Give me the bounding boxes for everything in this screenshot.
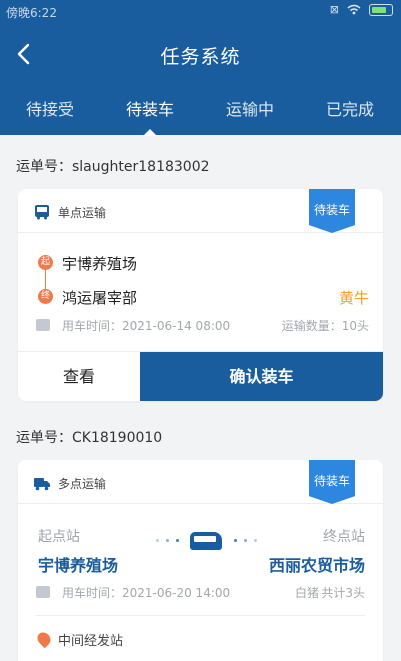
end-station-label: 终点站 [323, 529, 365, 545]
status-badge: 待装车 [309, 460, 355, 504]
status-bar: 傍晚6:22 ⊠ [0, 0, 401, 24]
bus-icon [35, 205, 49, 220]
vehicle-time: 用车时间：2021-06-20 14:00 [62, 586, 231, 600]
track-dot [176, 539, 179, 542]
box-icon [36, 586, 50, 598]
origin-name: 宇博养殖场 [62, 255, 138, 273]
truck-icon [34, 478, 50, 491]
track-dot [166, 539, 169, 542]
app-header: 傍晚6:22 ⊠ 任务系统 待接受 待装车 运输中 已完成 [0, 0, 401, 136]
track-dot [156, 539, 159, 542]
tab-completed[interactable]: 已完成 [300, 96, 400, 120]
status-badge: 待装车 [309, 189, 355, 233]
tab-pending-load[interactable]: 待装车 [100, 96, 200, 136]
waybill-number: 运单号：slaughter18183002 [16, 159, 210, 175]
transport-type: 多点运输 [58, 477, 107, 491]
close-box-icon: ⊠ [329, 3, 339, 16]
status-badge-label: 待装车 [313, 474, 350, 488]
destination-name: 鸿运屠宰部 [62, 289, 138, 307]
order-card[interactable]: 多点运输 待装车 起点站 终点站 宇博养殖场 西丽农贸市场 用车时间：2021-… [18, 460, 383, 661]
transport-count: 共计3头 [321, 586, 365, 600]
track-dot [234, 539, 237, 542]
wifi-icon [347, 4, 361, 15]
track-dot [244, 539, 247, 542]
origin-name: 宇博养殖场 [38, 556, 119, 575]
route-line [45, 267, 46, 289]
tab-label: 待装车 [125, 100, 174, 119]
battery-icon [369, 3, 393, 16]
livestock-type: 白猪 [294, 586, 319, 600]
status-icons: ⊠ [330, 3, 393, 16]
tab-in-transit[interactable]: 运输中 [200, 96, 300, 120]
start-station-label: 起点站 [38, 529, 80, 545]
view-button[interactable]: 查看 [18, 352, 140, 401]
page-title: 任务系统 [160, 46, 241, 68]
card-header: 多点运输 待装车 [18, 460, 383, 504]
transport-type: 单点运输 [58, 206, 107, 220]
divider [36, 615, 365, 616]
status-time: 傍晚6:22 [6, 6, 57, 20]
status-badge-label: 待装车 [313, 203, 350, 217]
location-pin-icon [34, 629, 54, 649]
track-dot [254, 539, 257, 542]
transport-count: 运输数量：10头 [281, 319, 369, 333]
end-marker-icon: 终 [38, 289, 53, 304]
route-progress [154, 532, 258, 550]
order-card[interactable]: 单点运输 待装车 起 终 宇博养殖场 鸿运屠宰部 黄牛 用车时间：2021-06… [18, 189, 383, 401]
active-tab-indicator [143, 129, 157, 136]
confirm-loading-button[interactable]: 确认装车 [140, 352, 383, 401]
status-tabs: 待接受 待装车 运输中 已完成 [0, 96, 401, 136]
vehicle-time: 用车时间：2021-06-14 08:00 [62, 319, 231, 333]
box-icon [36, 319, 50, 331]
route-info: 起 终 宇博养殖场 鸿运屠宰部 黄牛 用车时间：2021-06-14 08:00… [18, 233, 383, 351]
destination-name: 西丽农贸市场 [268, 556, 365, 575]
waybill-number: 运单号：CK18190010 [16, 430, 163, 446]
livestock-type: 黄牛 [338, 289, 369, 307]
card-actions: 查看 确认装车 [18, 351, 383, 401]
tab-pending-accept[interactable]: 待接受 [0, 96, 100, 120]
bus-icon [190, 532, 222, 550]
midway-station-label: 中间经发站 [58, 634, 124, 649]
card-header: 单点运输 待装车 [18, 189, 383, 233]
